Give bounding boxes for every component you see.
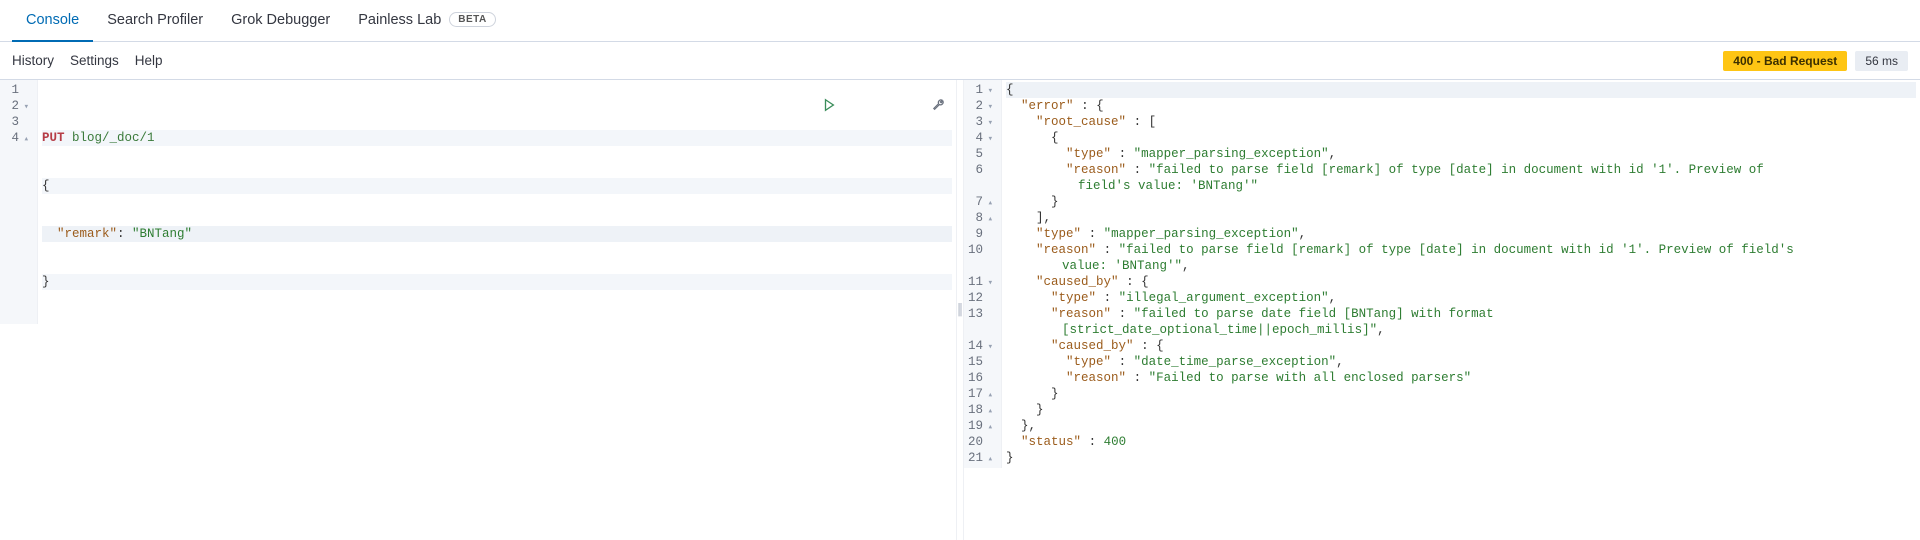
wrench-icon[interactable] <box>842 82 946 133</box>
request-gutter: 12▾34▴ <box>0 80 38 324</box>
code-line: "type" : "illegal_argument_exception", <box>1006 290 1916 306</box>
code-line: "status" : 400 <box>1006 434 1916 450</box>
code-line: "type" : "mapper_parsing_exception", <box>1006 226 1916 242</box>
request-pane[interactable]: 12▾34▴ PUT blog/_doc/1 { "remark": "BNTa… <box>0 80 956 540</box>
request-editor[interactable]: PUT blog/_doc/1 { "remark": "BNTang" } <box>38 80 956 324</box>
console-toolbar: History Settings Help 400 - Bad Request … <box>0 42 1920 80</box>
code-line: "root_cause" : [ <box>1006 114 1916 130</box>
code-line: "type" : "date_time_parse_exception", <box>1006 354 1916 370</box>
code-line: ], <box>1006 210 1916 226</box>
status-badge: 400 - Bad Request <box>1723 51 1847 71</box>
code-line: "caused_by" : { <box>1006 274 1916 290</box>
response-viewer[interactable]: { "error" : { "root_cause" : [ { "type" … <box>1002 80 1920 468</box>
code-line: }, <box>1006 418 1916 434</box>
beta-badge: BETA <box>449 12 495 27</box>
code-line: "reason" : "failed to parse field [remar… <box>1006 242 1916 274</box>
code-line[interactable]: "remark": "BNTang" <box>42 226 952 242</box>
code-line: } <box>1006 450 1916 466</box>
code-line: "error" : { <box>1006 98 1916 114</box>
tab-grok-debugger[interactable]: Grok Debugger <box>217 0 344 42</box>
code-line: "reason" : "failed to parse field [remar… <box>1006 162 1916 194</box>
dev-tools-tabs: Console Search Profiler Grok Debugger Pa… <box>0 0 1920 42</box>
response-gutter: 1▾2▾3▾4▾56 7▴8▴910 11▾1213 14▾151617▴18▴… <box>964 80 1002 468</box>
code-line: "reason" : "failed to parse date field [… <box>1006 306 1916 338</box>
help-link[interactable]: Help <box>135 53 163 68</box>
code-line: "reason" : "Failed to parse with all enc… <box>1006 370 1916 386</box>
code-line[interactable]: { <box>42 178 952 194</box>
code-line: } <box>1006 402 1916 418</box>
pane-divider[interactable]: ║ <box>956 80 964 540</box>
code-line: "caused_by" : { <box>1006 338 1916 354</box>
tab-console[interactable]: Console <box>12 0 93 42</box>
code-line: } <box>1006 386 1916 402</box>
code-line: { <box>1006 82 1916 98</box>
code-line: { <box>1006 130 1916 146</box>
tab-painless-lab[interactable]: Painless Lab BETA <box>344 0 510 42</box>
response-pane[interactable]: 1▾2▾3▾4▾56 7▴8▴910 11▾1213 14▾151617▴18▴… <box>964 80 1920 540</box>
code-line: "type" : "mapper_parsing_exception", <box>1006 146 1916 162</box>
tab-search-profiler[interactable]: Search Profiler <box>93 0 217 42</box>
history-link[interactable]: History <box>12 53 54 68</box>
settings-link[interactable]: Settings <box>70 53 119 68</box>
play-icon[interactable] <box>732 82 836 133</box>
response-time-badge: 56 ms <box>1855 51 1908 71</box>
console-workspace: 12▾34▴ PUT blog/_doc/1 { "remark": "BNTa… <box>0 80 1920 540</box>
code-line[interactable]: } <box>42 274 952 290</box>
code-line: } <box>1006 194 1916 210</box>
request-actions <box>732 82 946 133</box>
